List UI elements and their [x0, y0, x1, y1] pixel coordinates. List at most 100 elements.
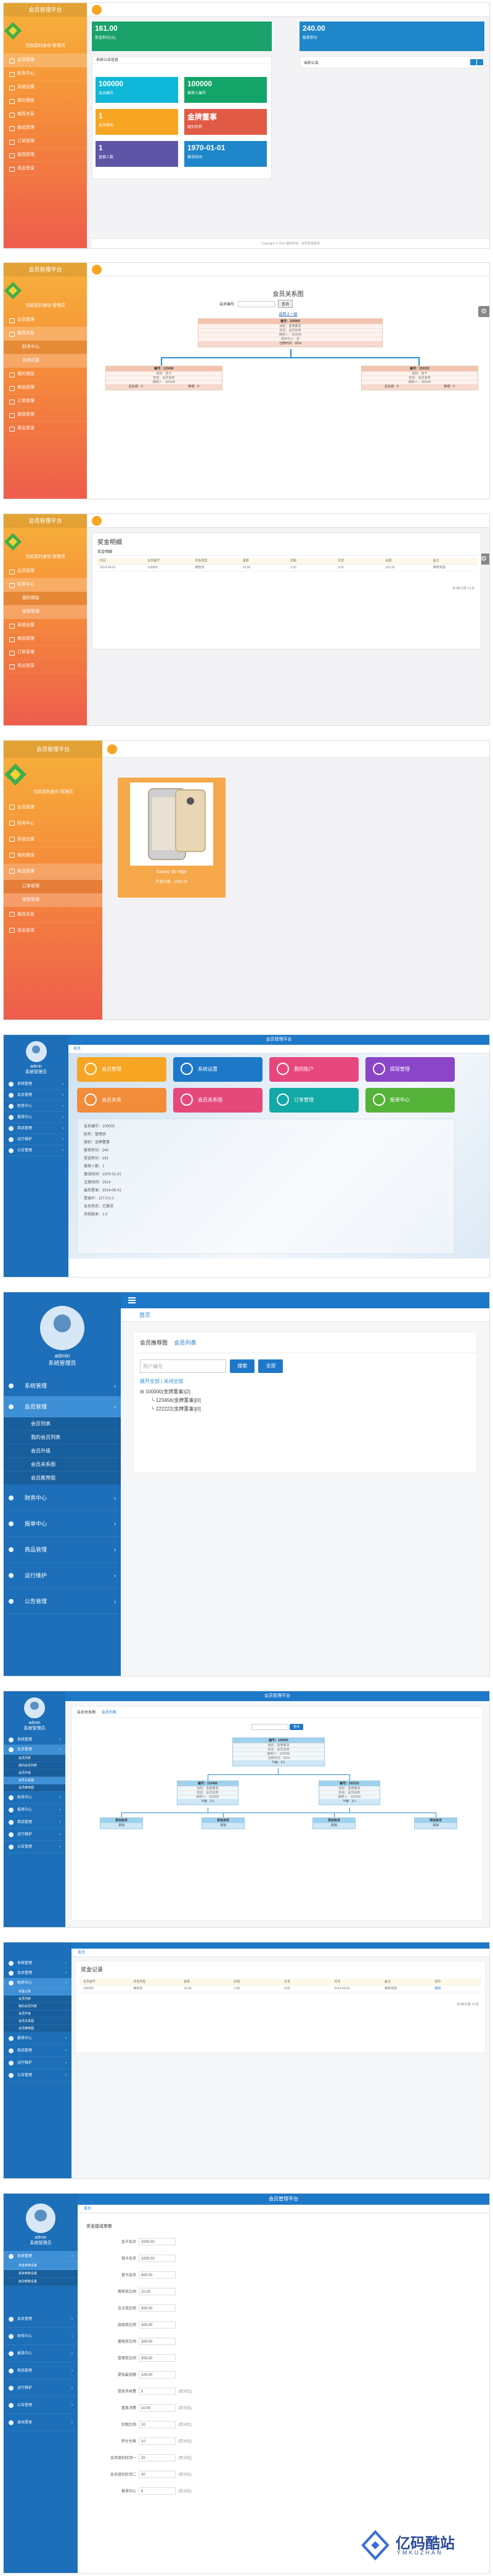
sidebar-item-3[interactable]: 我的佣金	[4, 368, 87, 381]
menu-toggle-icon[interactable]	[92, 5, 102, 15]
sidebar-sub-4[interactable]: 会员推荐图	[4, 1471, 121, 1485]
quick-tile-1[interactable]: 系统设置	[173, 1057, 263, 1082]
sidebar-item-3[interactable]: 报单中心	[4, 2345, 78, 2362]
param-input[interactable]: 500.00	[139, 2271, 176, 2279]
breadcrumb[interactable]: 首页	[78, 2205, 489, 2213]
param-input[interactable]: 10.00	[139, 2288, 176, 2295]
sidebar-item-0[interactable]: 系统管理	[4, 2251, 78, 2262]
sidebar-item-4[interactable]: 推荐关系	[4, 327, 87, 340]
menu-toggle-icon[interactable]	[128, 1297, 136, 1298]
quick-tile-2[interactable]: 我的账户	[269, 1057, 359, 1082]
breadcrumb[interactable]: 首页	[71, 1949, 489, 1957]
sidebar-item-8[interactable]: 退出登录	[4, 923, 102, 939]
quick-tile-5[interactable]: 会员关系图	[173, 1088, 263, 1113]
sidebar-item-0[interactable]: 会员管理	[4, 54, 87, 67]
tree-node-root[interactable]: 编号：100000 级别：金牌董事 姓名：会员名称 推荐人：100000 注册时间：…	[232, 1737, 325, 1766]
back-link[interactable]: 返回上一层	[87, 311, 489, 316]
sidebar-sub-1[interactable]: 系统参数设置	[4, 2270, 78, 2278]
param-input[interactable]: 20	[139, 2454, 176, 2461]
sidebar-sub-1[interactable]: 我的会员列表	[4, 1431, 121, 1444]
param-input[interactable]: 300.00	[139, 2354, 176, 2362]
user-id-input[interactable]: 用户编号	[140, 1359, 226, 1373]
sidebar-item-2[interactable]: 财务中心	[4, 1792, 65, 1804]
quick-tile-7[interactable]: 报单中心	[365, 1088, 455, 1113]
sidebar-sub-bonus[interactable]: 奖金记录	[4, 1988, 71, 1995]
sidebar-item-2[interactable]: 系统设置	[4, 81, 87, 94]
sidebar-item-8[interactable]: 退出登录	[4, 422, 87, 435]
tree-node-leaf-0[interactable]: 添加会员 添加	[100, 1817, 143, 1829]
tab-member-list[interactable]: 会员列表	[102, 1709, 116, 1715]
sidebar-sub-3[interactable]: 会员关系图	[4, 1777, 65, 1784]
param-input[interactable]: 10	[139, 2421, 176, 2428]
sidebar-item-1[interactable]: 会员管理	[4, 1745, 65, 1755]
param-input[interactable]: 5	[139, 2388, 176, 2395]
tab-recommend[interactable]: 会员推荐图	[140, 1338, 168, 1346]
sidebar-sub-1[interactable]: 我的会员列表	[4, 1762, 65, 1769]
sidebar-item-0[interactable]: 会员管理	[4, 565, 87, 578]
tree-item[interactable]: ⊟ 100000(金牌董事)[2]	[140, 1388, 201, 1396]
sidebar-item-2[interactable]: 系统设置	[4, 619, 87, 632]
sidebar-item-3[interactable]: 报单中心	[4, 2032, 71, 2045]
tab-relation[interactable]: 会员关系图	[77, 1709, 96, 1715]
sidebar-item-4[interactable]: 商品管理	[4, 1123, 68, 1134]
sidebar-item-4[interactable]: 商品管理	[4, 2045, 71, 2057]
sidebar-item-logout[interactable]: 退出登录	[4, 2414, 78, 2431]
sidebar-item-5[interactable]: 商品管理	[4, 381, 87, 395]
sidebar-item-0[interactable]: 系统管理	[4, 1735, 65, 1745]
sidebar-item-0[interactable]: 系统管理	[4, 1079, 68, 1090]
sidebar-sub-0[interactable]: 会员列表	[4, 1995, 71, 2003]
sidebar-item-6[interactable]: 公告管理	[4, 2069, 71, 2082]
param-input[interactable]: 2000.00	[139, 2238, 176, 2245]
sidebar-sub-4[interactable]: 会员推荐图	[4, 2025, 71, 2032]
sidebar-item-2[interactable]: 系统设置	[4, 832, 102, 848]
sidebar-sub-2[interactable]: 级别参数设置	[4, 2278, 78, 2286]
param-input[interactable]: 10	[139, 2437, 176, 2445]
sidebar-item-3[interactable]: 报单中心	[4, 1112, 68, 1123]
sidebar-sub-7[interactable]: 提现管理	[4, 893, 102, 907]
sidebar-sub-3[interactable]: 我的佣金	[4, 592, 87, 605]
sidebar-item-6[interactable]: 订单管理	[4, 395, 87, 408]
expand-links[interactable]: 展开全部 | 关闭全部	[140, 1378, 184, 1385]
param-input[interactable]: 10.00	[139, 2404, 176, 2412]
sidebar-item-1[interactable]: 会员管理	[4, 1396, 121, 1417]
tree-node-leaf-3[interactable]: 添加会员 添加	[414, 1817, 457, 1829]
param-input[interactable]: 300.00	[139, 2338, 176, 2345]
quick-tile-0[interactable]: 会员管理	[77, 1057, 166, 1082]
sidebar-sub-1[interactable]: 我的会员列表	[4, 2003, 71, 2010]
sidebar-item-4[interactable]: 商品管理	[4, 1816, 65, 1829]
sidebar-item-2[interactable]: 财务中心	[4, 1101, 68, 1112]
sidebar-item-3[interactable]: 报单中心	[4, 1511, 121, 1537]
sidebar-sub-3[interactable]: 会员关系图	[4, 1458, 121, 1471]
sidebar-item-0[interactable]: 系统管理	[4, 1375, 121, 1396]
quick-tile-4[interactable]: 会员关系	[77, 1088, 166, 1113]
param-input[interactable]: 30	[139, 2471, 176, 2478]
tree-node-root[interactable]: 编号：100000 级别：金牌董事 姓名：会员名称 推荐人：100000 报单中…	[198, 318, 383, 347]
quick-tile-3[interactable]: 提现管理	[365, 1057, 455, 1082]
sidebar-item-6[interactable]: 订单管理	[4, 135, 87, 148]
sidebar-item-6[interactable]: 订单管理	[4, 646, 87, 659]
sidebar-sub-6[interactable]: 订单管理	[4, 880, 102, 893]
param-input[interactable]: 1000.00	[139, 2255, 176, 2262]
quick-tile-6[interactable]: 订单管理	[269, 1088, 359, 1113]
sidebar-sub-4[interactable]: 会员推荐图	[4, 1784, 65, 1792]
menu-toggle-icon[interactable]	[107, 744, 117, 754]
sidebar-item-7[interactable]: 提现管理	[4, 408, 87, 422]
pager[interactable]: 共1条记录 1/1页	[457, 2002, 479, 2006]
sidebar-item-4[interactable]: 商品管理	[4, 2362, 78, 2380]
sidebar-item-1[interactable]: 会员管理	[4, 2311, 78, 2328]
sidebar-item-4[interactable]: 推荐关系	[4, 907, 102, 923]
sidebar-sub-2[interactable]: 系统设置	[4, 354, 87, 368]
tree-node-leaf-1[interactable]: 添加会员 添加	[202, 1817, 245, 1829]
sidebar-item-8[interactable]: 退出登录	[4, 162, 87, 175]
param-input[interactable]: 300.00	[139, 2304, 176, 2312]
sidebar-item-6[interactable]: 公告管理	[4, 1145, 68, 1156]
search-button[interactable]: 查询	[289, 1724, 303, 1730]
notice-tab[interactable]: 系统公告信息	[92, 57, 271, 64]
search-input[interactable]	[238, 301, 275, 308]
param-input[interactable]: 100.00	[139, 2371, 176, 2378]
all-button[interactable]: 全部	[258, 1359, 283, 1373]
tree-node-leaf-2[interactable]: 添加会员 添加	[312, 1817, 356, 1829]
sidebar-item-6[interactable]: 公告管理	[4, 2397, 78, 2414]
sidebar-item-2[interactable]: 财务中心	[4, 2328, 78, 2345]
sidebar-sub-2[interactable]: 会员升级	[4, 2010, 71, 2018]
